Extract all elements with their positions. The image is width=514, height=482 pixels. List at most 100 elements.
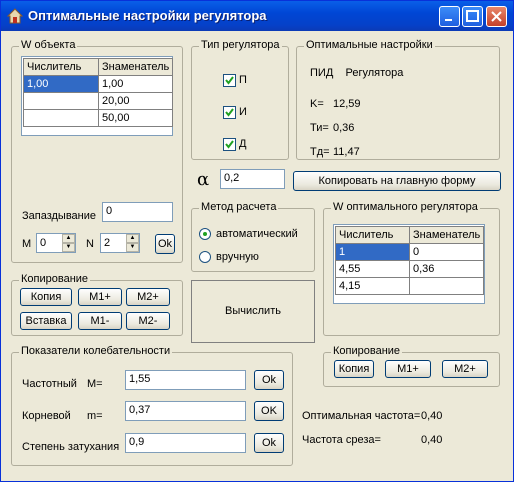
- table-cell[interactable]: 0,36: [408, 260, 485, 278]
- m-spinner[interactable]: 0 ▲ ▼: [36, 233, 76, 253]
- m2-plus-right-button[interactable]: M2+: [442, 360, 488, 378]
- window-title: Оптимальные настройки регулятора: [28, 8, 267, 23]
- controller-type-text: ПИД Регулятора: [310, 67, 404, 79]
- freq-input[interactable]: 1,55: [125, 370, 246, 390]
- m1-minus-button[interactable]: M1-: [78, 312, 122, 330]
- m1-plus-label: M1+: [89, 291, 111, 303]
- copy-to-main-button[interactable]: Копировать на главную форму: [293, 171, 501, 191]
- table-cell[interactable]: 4,55: [335, 260, 410, 278]
- optimal-freq-value: 0,40: [421, 410, 443, 422]
- checkbox-d-label: Д: [239, 138, 247, 150]
- decay-ok-label: Ok: [261, 437, 277, 449]
- copy-button[interactable]: Копия: [20, 288, 72, 306]
- decay-input[interactable]: 0,9: [125, 433, 246, 453]
- checkbox-d[interactable]: [223, 138, 236, 151]
- optimal-freq-label: Оптимальная частота=: [302, 410, 421, 422]
- decay-ok-button[interactable]: Ok: [254, 433, 284, 453]
- paste-button-label: Вставка: [25, 315, 67, 327]
- copy-to-main-label: Копировать на главную форму: [318, 175, 476, 187]
- maximize-icon: [466, 10, 479, 22]
- maximize-button[interactable]: [462, 6, 483, 27]
- method-group-label: Метод расчета: [199, 201, 279, 213]
- table-cell[interactable]: 0: [408, 243, 485, 261]
- checkmark-icon: [225, 140, 234, 149]
- freq-ok-button[interactable]: Ok: [254, 370, 284, 390]
- radio-manual[interactable]: [199, 251, 211, 263]
- decay-label: Степень затухания: [22, 441, 120, 453]
- copy-right-button[interactable]: Копия: [334, 360, 374, 378]
- copy-right-label: Копия: [338, 363, 370, 375]
- table-cell[interactable]: 20,00: [97, 92, 174, 110]
- col-header-numerator: Числитель: [335, 226, 410, 244]
- table-cell[interactable]: 1,00: [97, 75, 174, 93]
- table-row[interactable]: 50,00: [23, 109, 174, 127]
- k-label: K=: [310, 98, 324, 110]
- m2-minus-label: M2-: [138, 315, 158, 327]
- regulator-w-table[interactable]: Числитель Знаменатель 1 0 4,55 0,36 4,15: [335, 226, 485, 295]
- table-row[interactable]: 20,00: [23, 92, 174, 110]
- compute-button[interactable]: Вычислить: [191, 280, 315, 343]
- spin-down-icon[interactable]: ▼: [126, 243, 139, 252]
- copy-button-label: Копия: [30, 291, 62, 303]
- td-value: 11,47: [333, 146, 360, 158]
- table-cell[interactable]: 1,00: [23, 75, 99, 93]
- m2-plus-right-label: M2+: [454, 363, 476, 375]
- table-row[interactable]: 1 0: [335, 243, 485, 261]
- checkbox-p[interactable]: [223, 74, 236, 87]
- ti-value: 0,36: [333, 122, 355, 134]
- checkmark-icon: [225, 76, 234, 85]
- m-spinner-value: 0: [40, 237, 47, 249]
- cutoff-freq-label: Частота среза=: [302, 434, 381, 446]
- table-header-row: Числитель Знаменатель: [23, 58, 174, 76]
- m1-plus-right-button[interactable]: M1+: [385, 360, 431, 378]
- freq-ok-label: Ok: [261, 374, 277, 386]
- copy-right-group-label: Копирование: [331, 345, 403, 357]
- paste-button[interactable]: Вставка: [20, 312, 72, 330]
- m2-minus-button[interactable]: M2-: [126, 312, 170, 330]
- table-cell[interactable]: [23, 92, 99, 110]
- root-ok-button[interactable]: OK: [254, 401, 284, 421]
- n-spinner-value: 2: [104, 237, 111, 249]
- dialog-window: Оптимальные настройки регулятора W объек…: [0, 0, 514, 482]
- col-header-denominator: Знаменатель: [408, 226, 485, 244]
- object-w-group-label: W объекта: [19, 39, 78, 51]
- minimize-icon: [445, 19, 452, 21]
- spin-up-icon[interactable]: ▲: [62, 234, 75, 243]
- table-cell[interactable]: [23, 109, 99, 127]
- radio-auto[interactable]: [199, 228, 211, 240]
- m2-plus-button[interactable]: M2+: [126, 288, 170, 306]
- table-cell[interactable]: 50,00: [97, 109, 174, 127]
- table-row[interactable]: 1,00 1,00: [23, 75, 174, 93]
- freq-label: Частотный: [22, 378, 77, 390]
- title-bar[interactable]: Оптимальные настройки регулятора: [1, 1, 513, 31]
- spin-down-icon[interactable]: ▼: [62, 243, 75, 252]
- n-spinner[interactable]: 2 ▲ ▼: [100, 233, 140, 253]
- close-button[interactable]: [486, 6, 507, 27]
- minimize-button[interactable]: [439, 6, 460, 27]
- m1-plus-right-label: M1+: [397, 363, 419, 375]
- object-w-table[interactable]: Числитель Знаменатель 1,00 1,00 20,00 50…: [23, 58, 174, 127]
- spin-up-icon[interactable]: ▲: [126, 234, 139, 243]
- col-header-denominator: Знаменатель: [97, 58, 174, 76]
- table-cell[interactable]: 1: [335, 243, 410, 261]
- m1-plus-button[interactable]: M1+: [78, 288, 122, 306]
- table-row[interactable]: 4,55 0,36: [335, 260, 485, 278]
- root-input[interactable]: 0,37: [125, 401, 246, 421]
- cutoff-freq-value: 0,40: [421, 434, 443, 446]
- table-header-row: Числитель Знаменатель: [335, 226, 485, 244]
- alpha-label: α: [197, 169, 210, 190]
- app-icon: [7, 8, 23, 24]
- radio-manual-label: вручную: [216, 251, 259, 263]
- alpha-input[interactable]: 0,2: [220, 169, 285, 189]
- checkbox-p-label: П: [239, 74, 247, 86]
- checkbox-i[interactable]: [223, 106, 236, 119]
- table-cell[interactable]: [408, 277, 485, 295]
- table-row[interactable]: 4,15: [335, 277, 485, 295]
- copy-left-group-label: Копирование: [19, 273, 91, 285]
- col-header-numerator: Числитель: [23, 58, 99, 76]
- close-icon: [491, 11, 502, 22]
- delay-input[interactable]: 0: [102, 202, 173, 222]
- mn-ok-button[interactable]: Ok: [155, 234, 175, 254]
- table-cell[interactable]: 4,15: [335, 277, 410, 295]
- root-ok-label: OK: [261, 405, 277, 417]
